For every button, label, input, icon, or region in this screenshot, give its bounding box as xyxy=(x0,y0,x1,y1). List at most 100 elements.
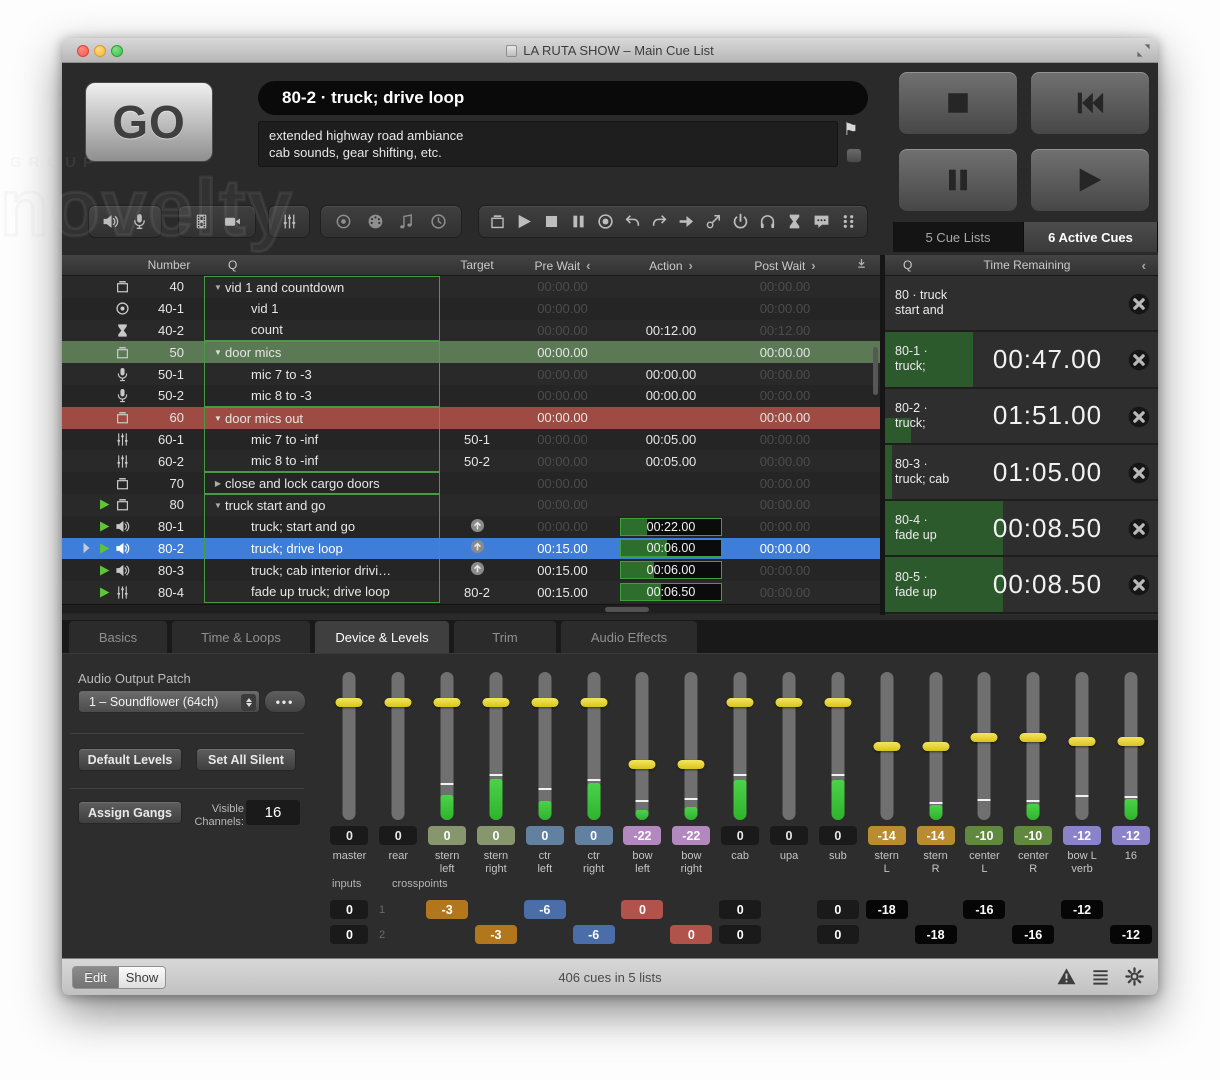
cue-prewait-cell[interactable]: 00:00.00 xyxy=(510,519,615,534)
cue-prewait-cell[interactable]: 00:00.00 xyxy=(510,410,615,425)
crosspoint-empty[interactable] xyxy=(768,900,810,919)
fader-handle[interactable] xyxy=(531,698,558,707)
cue-prewait-cell[interactable]: 00:15.00 xyxy=(510,563,615,578)
stop-icon[interactable] xyxy=(543,213,560,230)
crosspoint-value[interactable]: -6 xyxy=(524,900,566,919)
disclosure-open-icon[interactable]: ▼ xyxy=(211,283,225,292)
fullscreen-icon[interactable] xyxy=(1136,43,1151,58)
cue-postwait-cell[interactable]: 00:00.00 xyxy=(727,476,843,491)
channel-level-value[interactable]: 0 xyxy=(721,826,759,845)
cue-prewait-cell[interactable]: 00:00.00 xyxy=(510,345,615,360)
default-levels-button[interactable]: Default Levels xyxy=(78,748,182,771)
cue-row-40[interactable]: 40▼vid 1 and countdown00:00.0000:00.00 xyxy=(62,276,880,298)
cue-prewait-cell[interactable]: 00:00.00 xyxy=(510,388,615,403)
channel-level-value[interactable]: 0 xyxy=(526,826,564,845)
rewind-transport-button[interactable] xyxy=(1030,71,1150,135)
flag-icon[interactable]: ⚑ xyxy=(843,120,858,140)
cue-prewait-cell[interactable]: 00:15.00 xyxy=(510,541,615,556)
cue-action-cell[interactable]: 00:05.00 xyxy=(615,454,727,469)
crosspoint-value[interactable]: 0 xyxy=(621,900,663,919)
channel-level-value[interactable]: 0 xyxy=(819,826,857,845)
crosspoint-value[interactable]: 0 xyxy=(670,925,712,944)
cue-row-60[interactable]: 60▼door mics out00:00.0000:00.00 xyxy=(62,407,880,429)
channel-level-value[interactable]: 0 xyxy=(575,826,613,845)
cue-action-cell[interactable]: 00:06.50 xyxy=(615,583,727,601)
settings-button[interactable] xyxy=(1125,967,1144,986)
crosspoint-value[interactable]: 0 xyxy=(817,900,859,919)
cue-postwait-cell[interactable]: 00:00.00 xyxy=(727,301,843,316)
cue-action-cell[interactable]: 00:06.00 xyxy=(615,539,727,557)
fader-handle[interactable] xyxy=(727,698,754,707)
audio-patch-dropdown[interactable]: 1 – Soundflower (64ch) xyxy=(78,690,260,713)
column-header-prewait[interactable]: Pre Wait‹ xyxy=(510,258,615,273)
visible-channels-value[interactable]: 16 xyxy=(246,800,300,825)
fader-track[interactable] xyxy=(831,672,844,820)
assign-gangs-button[interactable]: Assign Gangs xyxy=(78,801,182,824)
cue-prewait-cell[interactable]: 00:00.00 xyxy=(510,476,615,491)
speaker-icon[interactable] xyxy=(102,213,119,230)
mic-icon[interactable] xyxy=(131,213,148,230)
column-header-action[interactable]: Action› xyxy=(615,258,727,273)
channel-level-value[interactable]: -22 xyxy=(623,826,661,845)
record-icon[interactable] xyxy=(597,213,614,230)
arrow-right-icon[interactable] xyxy=(678,213,695,230)
cue-prewait-cell[interactable]: 00:00.00 xyxy=(510,432,615,447)
headphones-icon[interactable] xyxy=(759,213,776,230)
cue-row-80[interactable]: 80▼truck start and go00:00.0000:00.00 xyxy=(62,494,880,516)
patch-settings-button[interactable]: ••• xyxy=(264,690,306,713)
crosspoint-empty[interactable] xyxy=(573,900,615,919)
cue-postwait-cell[interactable]: 00:00.00 xyxy=(727,279,843,294)
fader-handle[interactable] xyxy=(1020,733,1047,742)
fader-track[interactable] xyxy=(636,672,649,820)
active-cue-row[interactable]: 80 · truck start and xyxy=(885,276,1158,332)
fader-handle[interactable] xyxy=(336,698,363,707)
cue-prewait-cell[interactable]: 00:00.00 xyxy=(510,367,615,382)
cue-row-80-4[interactable]: 80-4fade up truck; drive loop80-200:15.0… xyxy=(62,581,880,603)
crosspoint-value[interactable]: -12 xyxy=(1061,900,1103,919)
cue-row-80-2[interactable]: 80-2truck; drive loop00:15.0000:06.0000:… xyxy=(62,538,880,560)
active-header-q[interactable]: Q xyxy=(885,258,912,272)
set-all-silent-button[interactable]: Set All Silent xyxy=(196,748,296,771)
tab-6-active-cues[interactable]: 6 Active Cues xyxy=(1024,222,1158,252)
channel-level-value[interactable]: -10 xyxy=(965,826,1003,845)
cue-row-80-1[interactable]: 80-1truck; start and go00:00.0000:22.000… xyxy=(62,516,880,538)
note-icon[interactable] xyxy=(398,213,415,230)
stop-cue-button[interactable] xyxy=(1128,518,1150,540)
fader-handle[interactable] xyxy=(824,698,851,707)
channel-level-value[interactable]: 0 xyxy=(379,826,417,845)
horizontal-scrollbar-thumb[interactable] xyxy=(605,607,649,612)
active-cue-row[interactable]: 80-5 · fade up00:08.50 xyxy=(885,557,1158,613)
crosspoint-empty[interactable] xyxy=(1061,925,1103,944)
cue-postwait-cell[interactable]: 00:00.00 xyxy=(727,410,843,425)
cue-postwait-cell[interactable]: 00:00.00 xyxy=(727,585,843,600)
pause-transport-button[interactable] xyxy=(898,148,1018,212)
crosspoint-empty[interactable] xyxy=(866,925,908,944)
column-header-number[interactable]: Number xyxy=(140,258,198,272)
crosspoint-empty[interactable] xyxy=(768,925,810,944)
fader-track[interactable] xyxy=(1076,672,1089,820)
fader-track[interactable] xyxy=(783,672,796,820)
cue-row-80-3[interactable]: 80-3truck; cab interior drivi…00:15.0000… xyxy=(62,559,880,581)
tab-basics[interactable]: Basics xyxy=(68,620,168,653)
chat-icon[interactable] xyxy=(813,213,830,230)
fader-track[interactable] xyxy=(734,672,747,820)
cue-row-60-1[interactable]: 60-1mic 7 to -inf50-100:00.0000:05.0000:… xyxy=(62,429,880,451)
clock-icon[interactable] xyxy=(430,213,447,230)
group-icon[interactable] xyxy=(489,213,506,230)
crosspoint-value[interactable]: -16 xyxy=(1012,925,1054,944)
crosspoint-value[interactable]: 0 xyxy=(719,925,761,944)
cue-row-60-2[interactable]: 60-2mic 8 to -inf50-200:00.0000:05.0000:… xyxy=(62,450,880,472)
redo-icon[interactable] xyxy=(651,213,668,230)
fader-track[interactable] xyxy=(489,672,502,820)
crosspoint-value[interactable]: -3 xyxy=(426,900,468,919)
cue-action-cell[interactable]: 00:00.00 xyxy=(615,367,727,382)
vertical-scrollbar-thumb[interactable] xyxy=(873,347,878,395)
cue-action-cell[interactable]: 00:06.00 xyxy=(615,561,727,579)
dots-icon[interactable] xyxy=(840,213,857,230)
disclosure-open-icon[interactable]: ▼ xyxy=(211,501,225,510)
cue-action-cell[interactable]: 00:12.00 xyxy=(615,323,727,338)
active-cue-row[interactable]: 80-3 · truck; cab01:05.00 xyxy=(885,445,1158,501)
fader-track[interactable] xyxy=(1124,672,1137,820)
channel-level-value[interactable]: -22 xyxy=(672,826,710,845)
cue-postwait-cell[interactable]: 00:00.00 xyxy=(727,563,843,578)
